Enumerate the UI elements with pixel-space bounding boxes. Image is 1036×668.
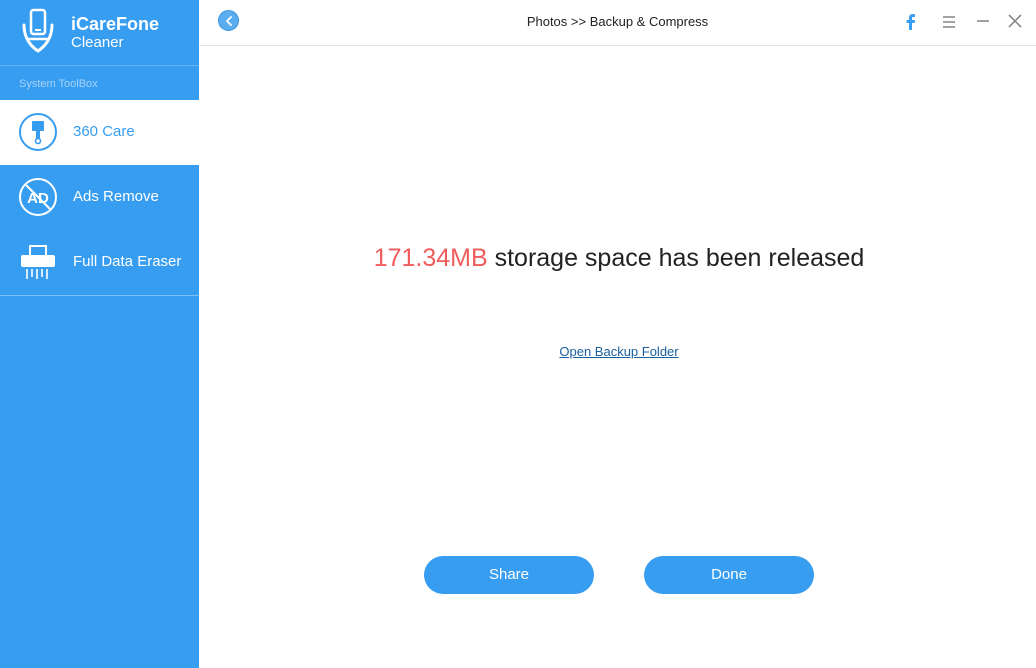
sidebar-item-label: Full Data Eraser	[73, 253, 182, 270]
sidebar-item-ads-remove[interactable]: AD Ads Remove	[0, 165, 199, 230]
sidebar-item-full-data-eraser[interactable]: Full Data Eraser	[0, 230, 199, 295]
sidebar-divider	[0, 295, 199, 296]
menu-icon[interactable]	[939, 12, 959, 32]
sidebar-item-label: 360 Care	[73, 123, 135, 140]
sidebar-item-label: Ads Remove	[73, 188, 159, 205]
top-bar: Photos >> Backup & Compress	[199, 0, 1036, 46]
close-icon[interactable]	[1005, 12, 1025, 32]
sidebar-item-360-care[interactable]: 360 Care	[0, 100, 199, 165]
app-subtitle: Cleaner	[71, 34, 124, 51]
section-label: System ToolBox	[19, 78, 98, 90]
ad-block-icon: AD	[19, 178, 57, 216]
brand-header: iCareFone Cleaner	[0, 0, 199, 66]
app-name: iCareFone	[71, 14, 160, 34]
release-message: 171.34MB storage space has been released	[199, 243, 1036, 273]
minimize-icon[interactable]	[973, 12, 993, 32]
main-content: 171.34MB storage space has been released…	[199, 47, 1036, 668]
done-button[interactable]: Done	[644, 556, 814, 594]
open-backup-folder-link[interactable]: Open Backup Folder	[199, 344, 1036, 360]
share-button[interactable]: Share	[424, 556, 594, 594]
released-text: storage space has been released	[487, 244, 865, 272]
phone-logo-icon	[22, 8, 54, 53]
facebook-icon[interactable]	[901, 12, 921, 32]
released-amount: 171.34MB	[373, 244, 488, 272]
shredder-icon	[21, 245, 55, 279]
sidebar: iCareFone Cleaner System ToolBox 360 Car…	[0, 0, 199, 668]
brush-icon	[19, 113, 57, 151]
